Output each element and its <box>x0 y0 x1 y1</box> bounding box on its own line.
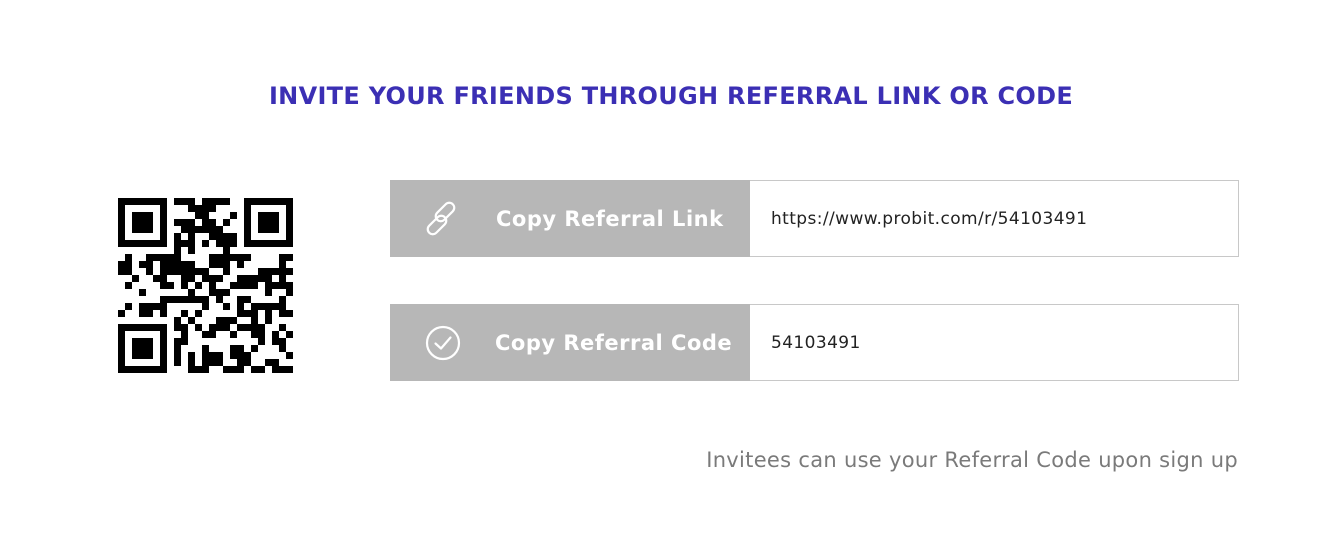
referral-link-row: Copy Referral Link https://www.probit.co… <box>390 180 1239 257</box>
copy-referral-code-button[interactable]: Copy Referral Code <box>390 304 750 381</box>
check-circle-icon <box>423 323 463 363</box>
referral-qr-code <box>118 198 293 373</box>
referral-code-row: Copy Referral Code 54103491 <box>390 304 1239 381</box>
page-title: INVITE YOUR FRIENDS THROUGH REFERRAL LIN… <box>268 82 1074 110</box>
copy-referral-link-label: Copy Referral Link <box>496 206 724 231</box>
referral-footnote: Invitees can use your Referral Code upon… <box>706 448 1238 472</box>
link-icon <box>423 199 463 239</box>
qr-code-image <box>118 198 293 373</box>
copy-referral-code-label: Copy Referral Code <box>495 330 733 355</box>
referral-page: INVITE YOUR FRIENDS THROUGH REFERRAL LIN… <box>0 0 1318 556</box>
referral-link-field[interactable]: https://www.probit.com/r/54103491 <box>750 180 1239 257</box>
referral-code-field[interactable]: 54103491 <box>750 304 1239 381</box>
copy-referral-link-button[interactable]: Copy Referral Link <box>390 180 750 257</box>
